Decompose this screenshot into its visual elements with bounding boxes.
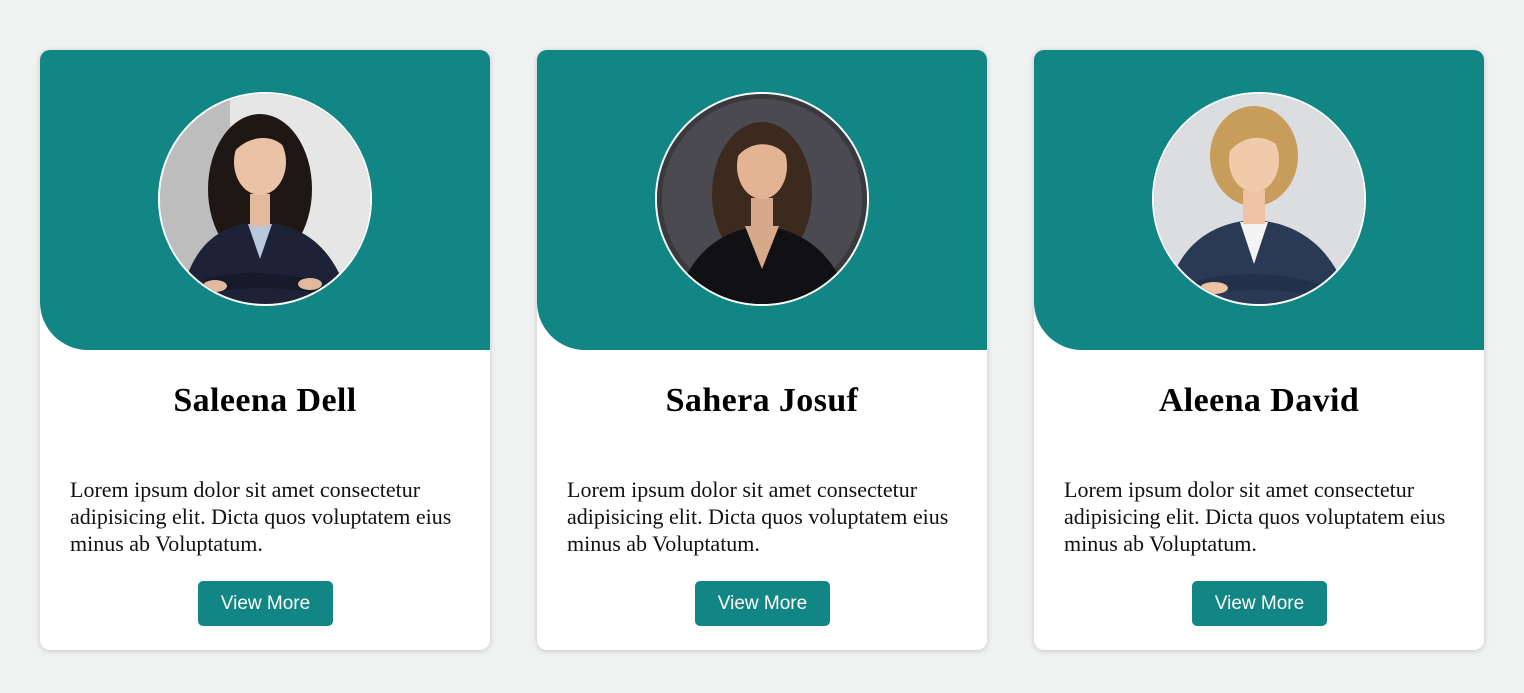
- profile-photo: [657, 94, 867, 304]
- profile-name: Sahera Josuf: [665, 382, 859, 419]
- profile-description: Lorem ipsum dolor sit amet consectetur a…: [1064, 477, 1446, 556]
- avatar: [655, 92, 869, 306]
- profile-photo: [160, 94, 370, 304]
- profile-card-list: Saleena Dell Lorem ipsum dolor sit amet …: [40, 50, 1484, 650]
- card-header: [40, 50, 490, 350]
- profile-card: Aleena David Lorem ipsum dolor sit amet …: [1034, 50, 1484, 650]
- avatar: [158, 92, 372, 306]
- profile-description: Lorem ipsum dolor sit amet consectetur a…: [70, 477, 452, 556]
- view-more-button[interactable]: View More: [695, 581, 830, 626]
- view-more-button[interactable]: View More: [198, 581, 333, 626]
- profile-name: Aleena David: [1158, 382, 1360, 419]
- profile-photo: [1154, 94, 1364, 304]
- profile-description: Lorem ipsum dolor sit amet consectetur a…: [567, 477, 949, 556]
- profile-name: Saleena Dell: [173, 382, 357, 419]
- card-header: [1034, 50, 1484, 350]
- card-header: [537, 50, 987, 350]
- profile-card: Saleena Dell Lorem ipsum dolor sit amet …: [40, 50, 490, 650]
- profile-card: Sahera Josuf Lorem ipsum dolor sit amet …: [537, 50, 987, 650]
- avatar: [1152, 92, 1366, 306]
- view-more-button[interactable]: View More: [1192, 581, 1327, 626]
